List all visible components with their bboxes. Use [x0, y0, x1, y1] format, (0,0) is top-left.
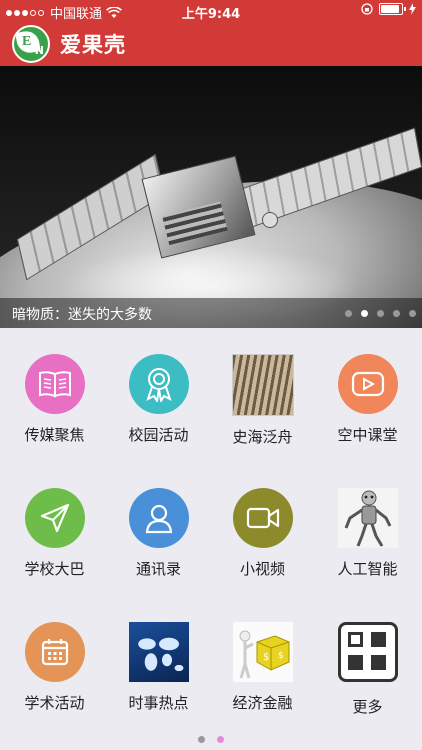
banner-dot[interactable] — [377, 310, 384, 317]
svg-text:$: $ — [263, 652, 269, 663]
status-time: 上午9:44 — [181, 7, 241, 22]
grid-item-ai[interactable]: 人工智能 — [315, 488, 420, 579]
money-cube-photo: $ $ — [232, 622, 293, 682]
status-bar: 中国联通 上午9:44 — [0, 0, 422, 22]
grid-item-label: 学术活动 — [24, 694, 85, 712]
app-title: 爱果壳 — [60, 33, 126, 57]
award-ribbon-icon — [128, 354, 189, 414]
grid-item-academic[interactable]: 学术活动 — [2, 622, 107, 713]
app-logo: E N — [12, 25, 50, 63]
play-screen-icon — [337, 354, 398, 414]
rotation-lock-icon — [361, 3, 373, 15]
grid-item-short-video[interactable]: 小视频 — [210, 488, 315, 579]
grid-item-label: 经济金融 — [232, 694, 293, 712]
open-book-icon — [24, 354, 85, 414]
status-right — [361, 3, 416, 15]
banner-page-indicator[interactable] — [345, 310, 416, 317]
grid-item-media-focus[interactable]: 传媒聚焦 — [2, 354, 107, 445]
banner-caption: 暗物质：迷失的大多数 — [12, 307, 152, 323]
banner-dot-active[interactable] — [361, 310, 368, 317]
calendar-icon — [24, 622, 85, 682]
more-grid-icon — [337, 622, 398, 682]
grid-item-current-affairs[interactable]: 时事热点 — [106, 622, 211, 713]
world-map-photo — [128, 622, 189, 682]
robot-skeleton-photo — [337, 488, 398, 548]
send-arrow-icon — [24, 488, 85, 548]
banner-dot[interactable] — [393, 310, 400, 317]
satellite-dish — [262, 212, 278, 228]
contacts-person-icon — [128, 488, 189, 548]
battery-icon — [379, 3, 406, 15]
grid-item-online-class[interactable]: 空中课堂 — [315, 354, 420, 445]
grid-item-finance[interactable]: $ $ 经济金融 — [210, 622, 315, 713]
grid-item-label: 人工智能 — [337, 560, 398, 578]
grid-item-campus-events[interactable]: 校园活动 — [106, 354, 211, 445]
banner-dot[interactable] — [409, 310, 416, 317]
grid-item-more[interactable]: 更多 — [315, 622, 420, 717]
banner-caption-bar: 暗物质：迷失的大多数 — [0, 298, 422, 328]
svg-text:$: $ — [278, 651, 284, 661]
app-header: E N 爱果壳 — [0, 22, 422, 66]
page-dot-active[interactable] — [217, 736, 224, 743]
grid-item-label: 校园活动 — [128, 426, 189, 444]
grid-item-label: 学校大巴 — [24, 560, 85, 578]
banner-carousel[interactable]: 暗物质：迷失的大多数 — [0, 66, 422, 328]
banner-dot[interactable] — [345, 310, 352, 317]
grid-item-label: 传媒聚焦 — [24, 426, 85, 444]
grid-item-contacts[interactable]: 通讯录 — [106, 488, 211, 579]
grid-item-label: 更多 — [352, 698, 383, 716]
grid-item-label: 小视频 — [239, 560, 285, 578]
ancient-scroll-photo — [231, 354, 294, 416]
grid-item-label: 通讯录 — [135, 560, 181, 578]
grid-item-label: 时事热点 — [128, 694, 189, 712]
charging-bolt-icon — [409, 3, 416, 15]
page-dot[interactable] — [198, 736, 205, 743]
grid-item-school-bus[interactable]: 学校大巴 — [2, 488, 107, 579]
grid-page-indicator[interactable] — [0, 736, 422, 743]
video-camera-icon — [232, 488, 293, 548]
grid-item-label: 空中课堂 — [337, 426, 398, 444]
grid-item-history[interactable]: 史海泛舟 — [210, 354, 315, 447]
grid-item-label: 史海泛舟 — [232, 428, 293, 446]
